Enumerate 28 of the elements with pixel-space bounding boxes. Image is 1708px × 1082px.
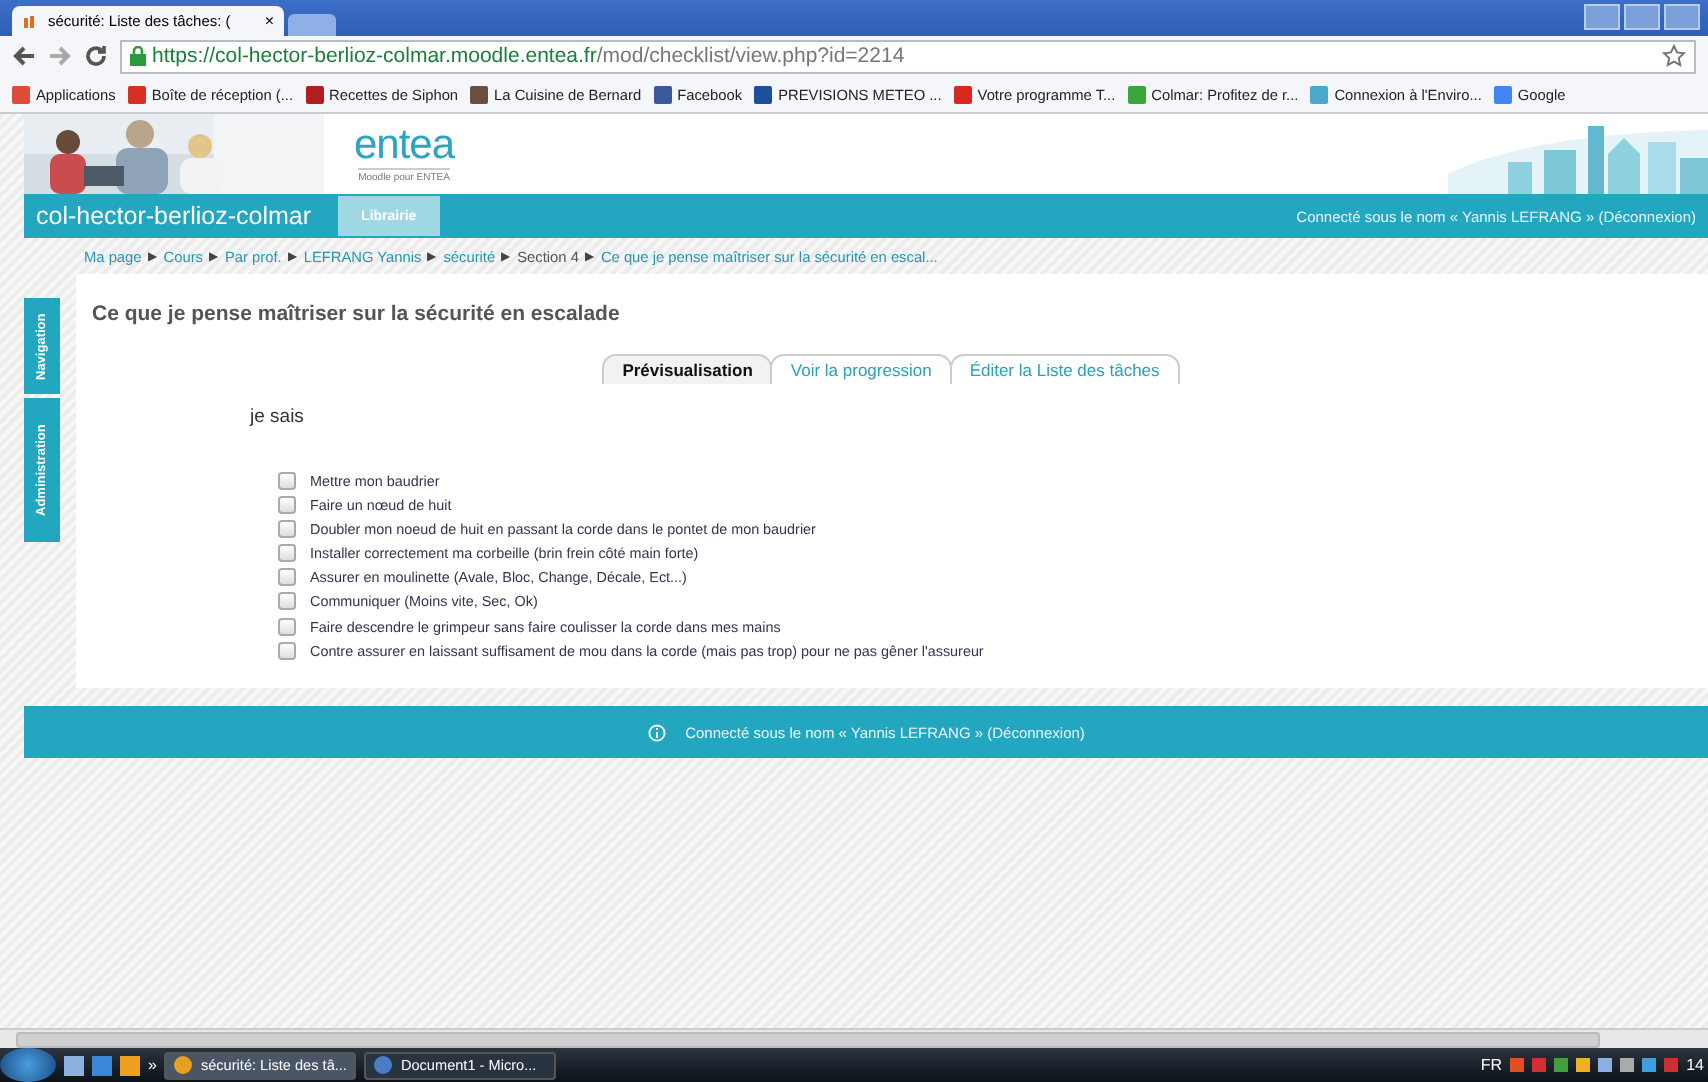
info-icon (647, 723, 666, 741)
app-icon (374, 1056, 393, 1074)
more-icon[interactable]: » (148, 1056, 157, 1074)
star-icon[interactable] (1662, 44, 1686, 68)
checkbox[interactable] (278, 617, 296, 636)
address-field[interactable]: https://col-hector-berlioz-colmar.moodle.entea.fr/mod/checklist/view.php?id=2214 (120, 39, 1696, 73)
clock: 14 (1686, 1056, 1704, 1074)
back-icon[interactable] (12, 44, 36, 68)
close-icon[interactable]: × (264, 12, 274, 30)
language-indicator[interactable]: FR (1480, 1056, 1503, 1074)
lock-icon (130, 46, 146, 66)
start-button[interactable] (0, 1048, 56, 1082)
checkbox[interactable] (278, 641, 296, 660)
checkbox[interactable] (278, 472, 296, 490)
scrollbar-thumb[interactable] (16, 1031, 1600, 1047)
checkbox[interactable] (278, 496, 296, 515)
tab[interactable]: Prévisualisation (602, 354, 773, 384)
app-icon (174, 1056, 193, 1074)
site-logo: entea (353, 124, 455, 166)
checkbox[interactable] (278, 544, 296, 563)
site-icon (22, 12, 40, 30)
checkbox[interactable] (278, 568, 296, 587)
section-heading: je sais (250, 406, 306, 428)
checkbox[interactable] (278, 592, 296, 611)
page-title: Ce que je pense maîtriser sur la sécurité en escalade (92, 302, 622, 326)
checkbox[interactable] (278, 520, 296, 539)
forward-icon[interactable] (48, 44, 72, 68)
reload-icon[interactable] (84, 44, 108, 68)
